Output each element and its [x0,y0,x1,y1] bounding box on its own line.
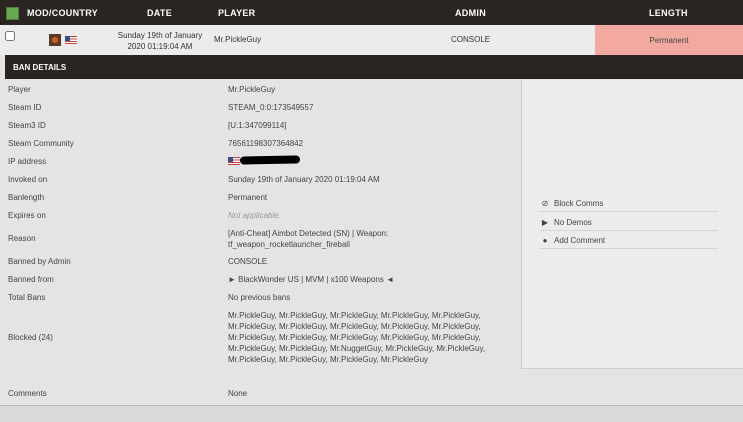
us-flag-icon [228,157,240,165]
col-admin[interactable]: ADMIN [455,8,486,18]
game-mod-icon [49,34,61,46]
value-steam-community[interactable]: 76561198307364842 [228,138,303,149]
value-comments: None [228,389,248,398]
no-demos-label: No Demos [554,217,592,227]
reason-line-1: [Anti-Cheat] Aimbot Detected (SN) | Weap… [228,229,389,238]
no-demos-button[interactable]: ▶ No Demos [540,214,718,231]
block-comms-button[interactable]: ⊘ Block Comms [540,195,718,212]
reason-line-2: tf_weapon_rocketlauncher_fireball [228,240,350,249]
value-player: Mr.PickleGuy [228,85,276,94]
value-steam3-id[interactable]: [U:1:347099114] [228,120,287,131]
value-banned-by: CONSOLE [228,257,268,266]
label-banned-by: Banned by Admin [8,257,71,266]
label-steam3-id: Steam3 ID [8,121,46,130]
row-checkbox[interactable] [5,31,15,41]
label-expires-on: Expires on [8,211,46,220]
us-flag-icon [65,36,77,44]
redacted-ip [239,155,301,165]
blocked-line: Mr.PickleGuy, Mr.PickleGuy, Mr.PickleGuy… [228,355,429,364]
label-blocked: Blocked (24) [8,333,53,342]
label-player: Player [8,85,31,94]
label-banned-from: Banned from [8,275,54,284]
label-steam-id: Steam ID [8,103,42,112]
row-date-line1: Sunday 19th of January [117,31,203,40]
label-reason: Reason [8,234,36,243]
add-comment-label: Add Comment [554,235,606,245]
row-admin: CONSOLE [451,35,491,44]
label-steam-community: Steam Community [8,139,74,148]
label-invoked-on: Invoked on [8,175,48,184]
value-reason: [Anti-Cheat] Aimbot Detected (SN) | Weap… [228,228,388,250]
row-length-badge: Permanent [595,25,743,55]
block-icon: ⊘ [541,198,549,208]
value-banlength: Permanent [228,193,268,202]
footer-band [0,405,743,422]
blocked-line: Mr.PickleGuy, Mr.PickleGuy, Mr.PickleGuy… [228,311,481,320]
row-player: Mr.PickleGuy [214,35,262,44]
ban-details-header: BAN DETAILS [5,55,743,79]
comment-icon: ● [542,235,548,245]
col-length[interactable]: LENGTH [649,8,688,18]
blocked-line: Mr.PickleGuy, Mr.PickleGuy, Mr.PickleGuy… [228,322,481,331]
value-banned-from: ► BlackWonder US | MVM | x100 Weapons ◄ [228,275,394,284]
blocked-line: Mr.PickleGuy, Mr.PickleGuy, Mr.PickleGuy… [228,333,481,342]
label-comments: Comments [8,389,47,398]
value-blocked-list: Mr.PickleGuy, Mr.PickleGuy, Mr.PickleGuy… [228,310,485,365]
video-slash-icon: ▶ [541,217,549,227]
value-expires-on: Not applicable. [228,211,281,220]
col-player[interactable]: PLAYER [218,8,255,18]
value-total-bans: No previous bans [228,293,291,302]
table-header: MOD/COUNTRY DATE PLAYER ADMIN LENGTH [0,0,743,25]
label-banlength: Banlength [8,193,45,202]
add-comment-button[interactable]: ● Add Comment [540,232,718,249]
value-invoked-on: Sunday 19th of January 2020 01:19:04 AM [228,175,380,184]
label-total-bans: Total Bans [8,293,46,302]
label-ip-address: IP address [8,157,47,166]
ban-details-title: BAN DETAILS [13,63,67,72]
row-date-line2: 2020 01:19:04 AM [127,42,193,51]
row-date: Sunday 19th of January 2020 01:19:04 AM [112,30,208,52]
blocked-line: Mr.PickleGuy, Mr.PickleGuy, Mr.NuggetGuy… [228,344,486,353]
col-date[interactable]: DATE [147,8,172,18]
value-steam-id: STEAM_0:0:173549557 [228,103,314,112]
select-all-checkbox[interactable] [6,7,19,20]
actions-panel: ⊘ Block Comms ▶ No Demos ● Add Comment [521,80,743,369]
block-comms-label: Block Comms [554,198,604,208]
col-mod-country[interactable]: MOD/COUNTRY [27,8,98,18]
